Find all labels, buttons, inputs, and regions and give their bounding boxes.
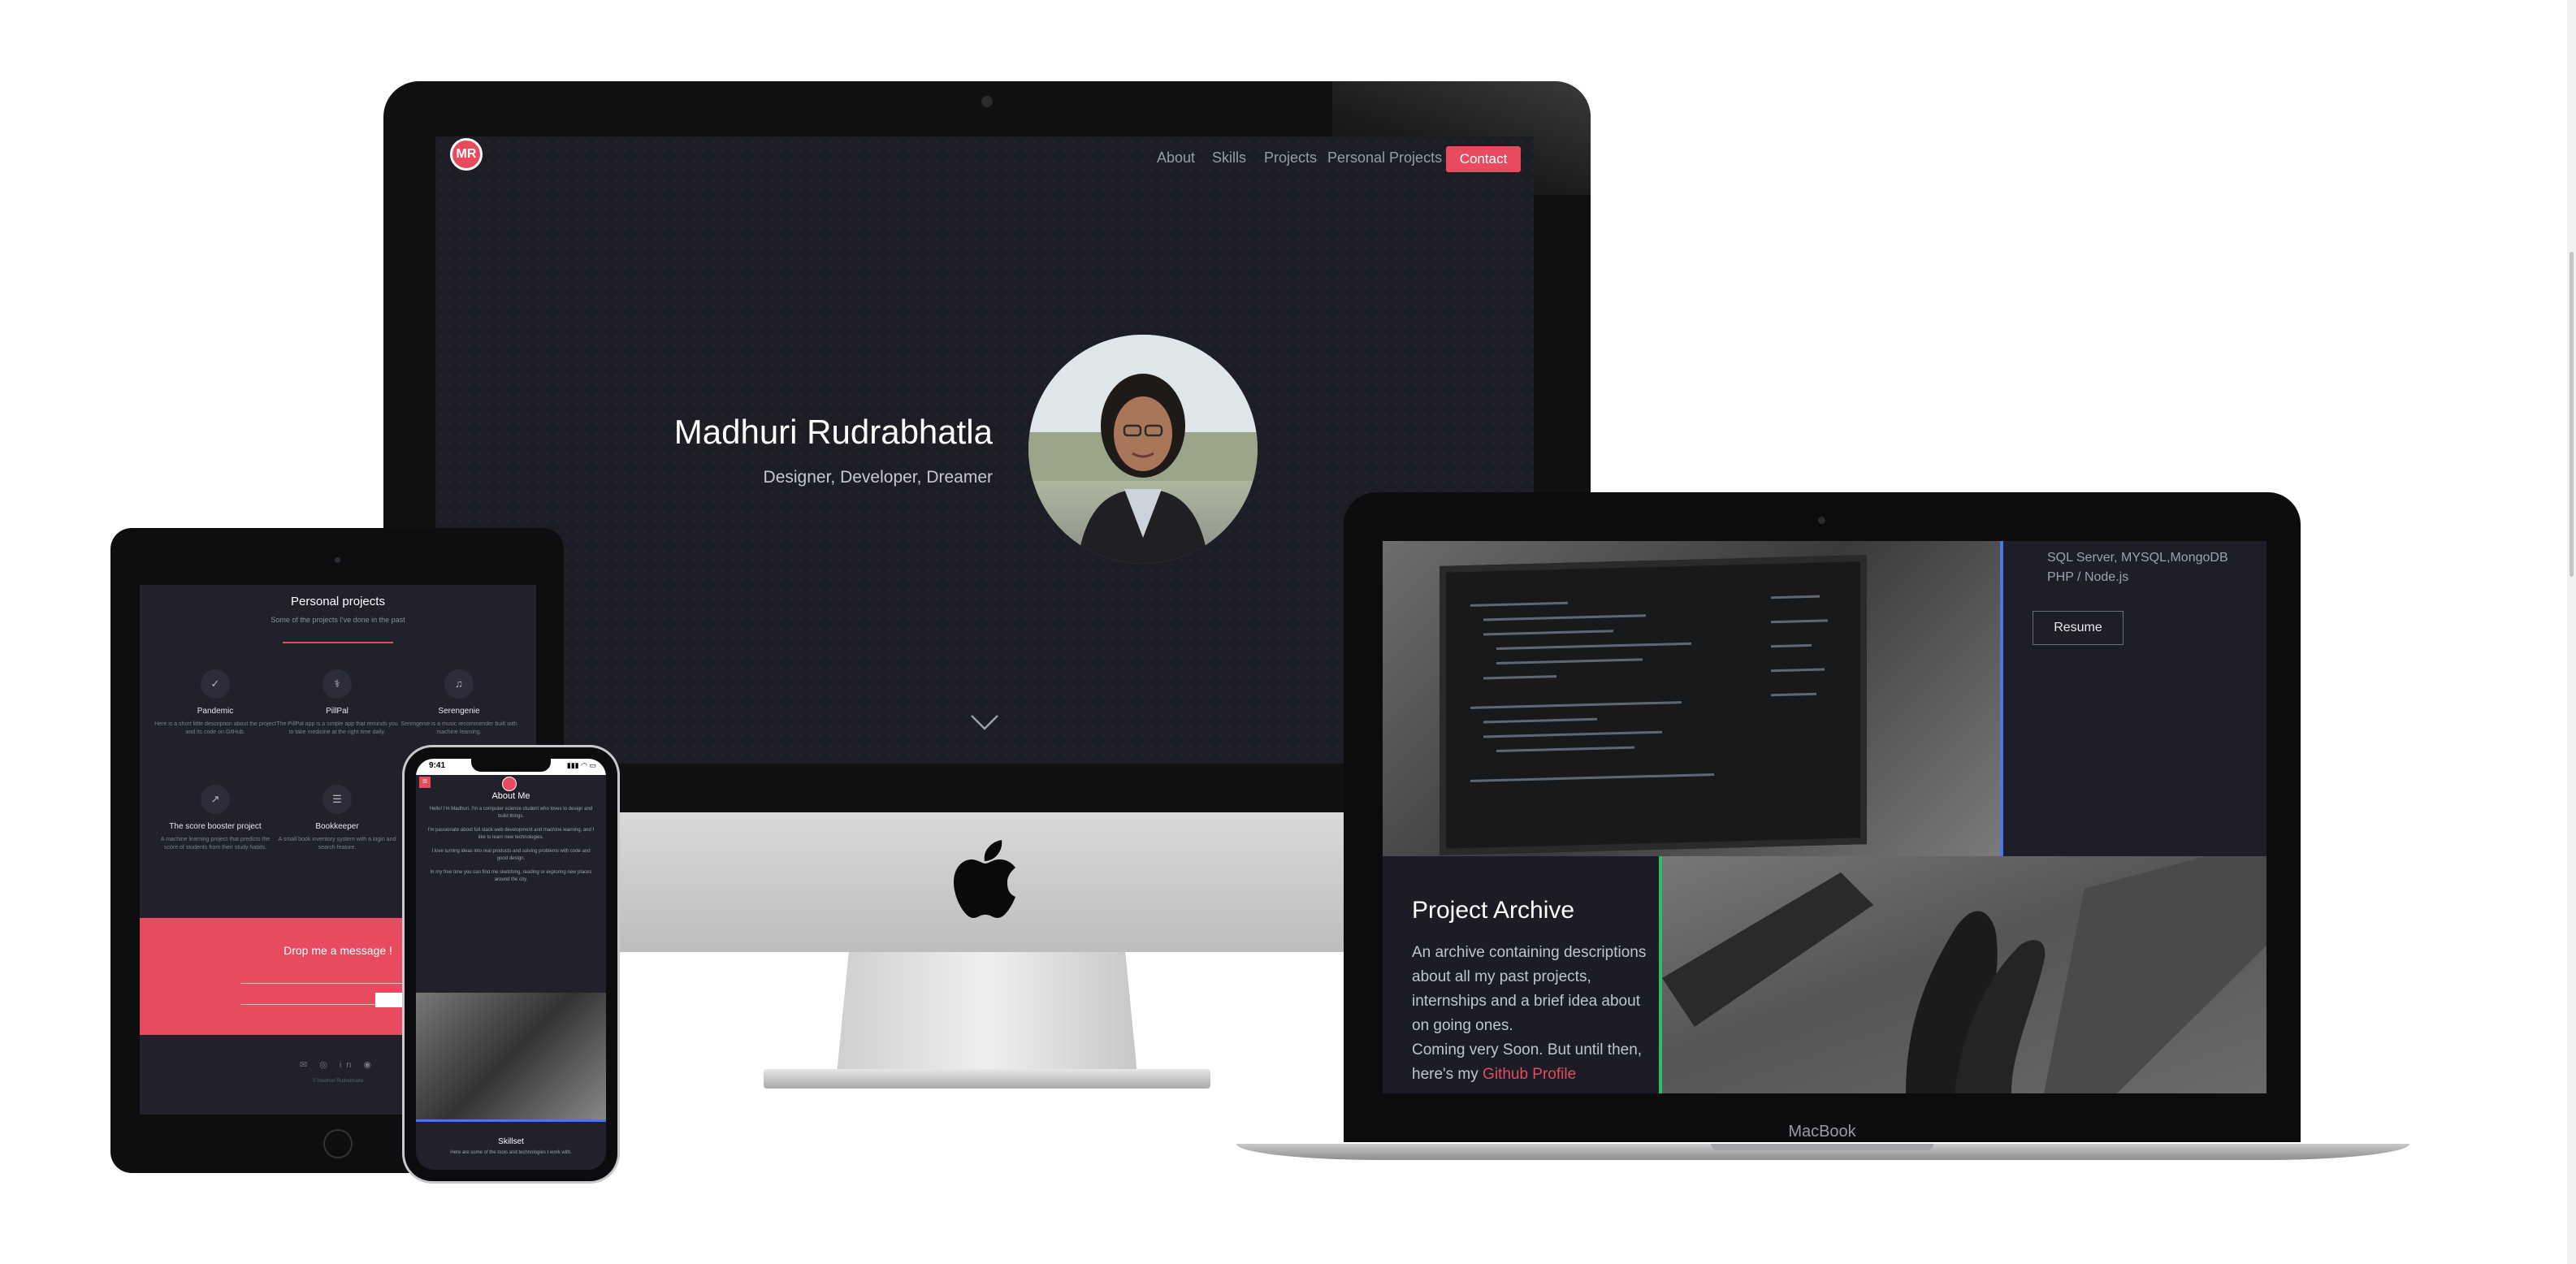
macbook-notch [1711, 1144, 1933, 1150]
scrollbar-thumb[interactable] [2570, 252, 2574, 577]
personal-projects-title: Personal projects [291, 595, 385, 608]
about-paragraph: I'm passionate about full stack web deve… [427, 828, 595, 840]
project-description: The PillPal app is a simple app that rem… [276, 721, 398, 735]
pill-icon: ⚕ [323, 669, 352, 699]
project-archive-description: An archive containing descriptions about… [1412, 941, 1652, 1087]
contact-button[interactable]: Contact [1446, 146, 1521, 172]
laptop-coding-photo [416, 993, 606, 1119]
macbook-screen: SQL Server, MYSQL,MongoDB PHP / Node.js … [1383, 541, 2266, 1093]
project-card-score-booster[interactable]: ↗ The score booster project A machine le… [154, 785, 276, 852]
chart-icon: ↗ [201, 785, 230, 814]
title-underline [283, 642, 393, 643]
book-icon: ☰ [323, 785, 352, 814]
nav-personal-projects[interactable]: Personal Projects [1327, 149, 1442, 167]
ipad-home-button [323, 1129, 353, 1158]
site-logo-small[interactable] [502, 777, 517, 791]
imac-stand-foot [764, 1069, 1210, 1089]
about-me-title: About Me [491, 791, 530, 801]
nav-projects[interactable]: Projects [1264, 149, 1317, 167]
project-description: Serengenie is a music recommender built … [400, 721, 517, 735]
iphone-notch [471, 759, 551, 772]
about-paragraph: I love turning ideas into real products … [431, 849, 591, 861]
skills-panel: SQL Server, MYSQL,MongoDB PHP / Node.js … [2003, 541, 2266, 856]
ipad-camera [335, 557, 340, 563]
profile-avatar [1028, 335, 1258, 564]
personal-projects-subtitle: Some of the projects I've done in the pa… [271, 616, 405, 624]
name-input[interactable] [240, 970, 419, 984]
pliers-illustration [1662, 840, 2266, 1093]
about-me-body: Hello! I'm Madhuri. I'm a computer scien… [427, 806, 595, 890]
profile-photo [1028, 335, 1258, 564]
project-name: Bookkeeper [315, 822, 359, 831]
iphone-screen: 9:41 ▮▮▮ ◠ ▭ ≡ About Me Hello! I'm Madhu… [416, 759, 606, 1170]
project-description: A machine learning project that predicts… [160, 837, 271, 851]
project-archive-panel: Project Archive An archive containing de… [1383, 856, 1659, 1093]
status-time: 9:41 [429, 761, 446, 770]
skillset-title: Skillset [498, 1137, 524, 1146]
project-name: Serengenie [438, 707, 480, 716]
project-card-pillpal[interactable]: ⚕ PillPal The PillPal app is a simple ap… [276, 669, 398, 737]
macbook-camera [1818, 517, 1825, 524]
project-description: Here is a short little description about… [154, 721, 276, 735]
nav-about[interactable]: About [1157, 149, 1195, 167]
about-paragraph: In my free time you can find me sketchin… [430, 870, 592, 882]
site-logo[interactable]: MR [450, 138, 483, 171]
archive-description-text: An archive containing descriptions about… [1412, 944, 1647, 1034]
project-description: A small book inventory system with a log… [278, 837, 396, 851]
page-scrollbar[interactable] [2567, 0, 2576, 1264]
blue-accent-divider [416, 1119, 606, 1122]
checklist-icon: ✓ [201, 669, 230, 699]
project-card-bookkeeper[interactable]: ☰ Bookkeeper A small book inventory syst… [276, 785, 398, 852]
hamburger-menu-icon[interactable]: ≡ [419, 777, 431, 788]
project-name: The score booster project [169, 822, 262, 831]
hero-tagline: Designer, Developer, Dreamer [763, 468, 993, 487]
github-profile-link[interactable]: Github Profile [1483, 1066, 1576, 1083]
code-screen-photo [1383, 541, 2000, 856]
signal-wifi-battery-icon: ▮▮▮ ◠ ▭ [566, 761, 596, 769]
project-name: PillPal [326, 707, 349, 716]
project-card-pandemic[interactable]: ✓ Pandemic Here is a short little descri… [154, 669, 276, 737]
music-icon: ♫ [444, 669, 474, 699]
imac-camera [981, 96, 993, 107]
project-name: Pandemic [197, 707, 234, 716]
hero-name: Madhuri Rudrabhatla [673, 413, 993, 451]
imac-stand [837, 952, 1137, 1074]
tools-photo [1662, 840, 2266, 1093]
skill-line-databases: SQL Server, MYSQL,MongoDB [2047, 551, 2228, 565]
project-card-serengenie[interactable]: ♫ Serengenie Serengenie is a music recom… [398, 669, 520, 737]
skill-line-backend: PHP / Node.js [2047, 570, 2129, 584]
macbook-label: MacBook [1788, 1123, 1856, 1141]
resume-button[interactable]: Resume [2033, 611, 2124, 645]
about-paragraph: Hello! I'm Madhuri. I'm a computer scien… [429, 807, 593, 819]
code-monitor [1440, 555, 1867, 855]
apple-logo-icon [954, 840, 1015, 918]
project-archive-title: Project Archive [1412, 897, 1575, 924]
skillset-text: Here are some of the tools and technolog… [450, 1150, 572, 1155]
nav-skills[interactable]: Skills [1212, 149, 1246, 167]
scroll-down-chevron-icon[interactable] [970, 713, 999, 731]
